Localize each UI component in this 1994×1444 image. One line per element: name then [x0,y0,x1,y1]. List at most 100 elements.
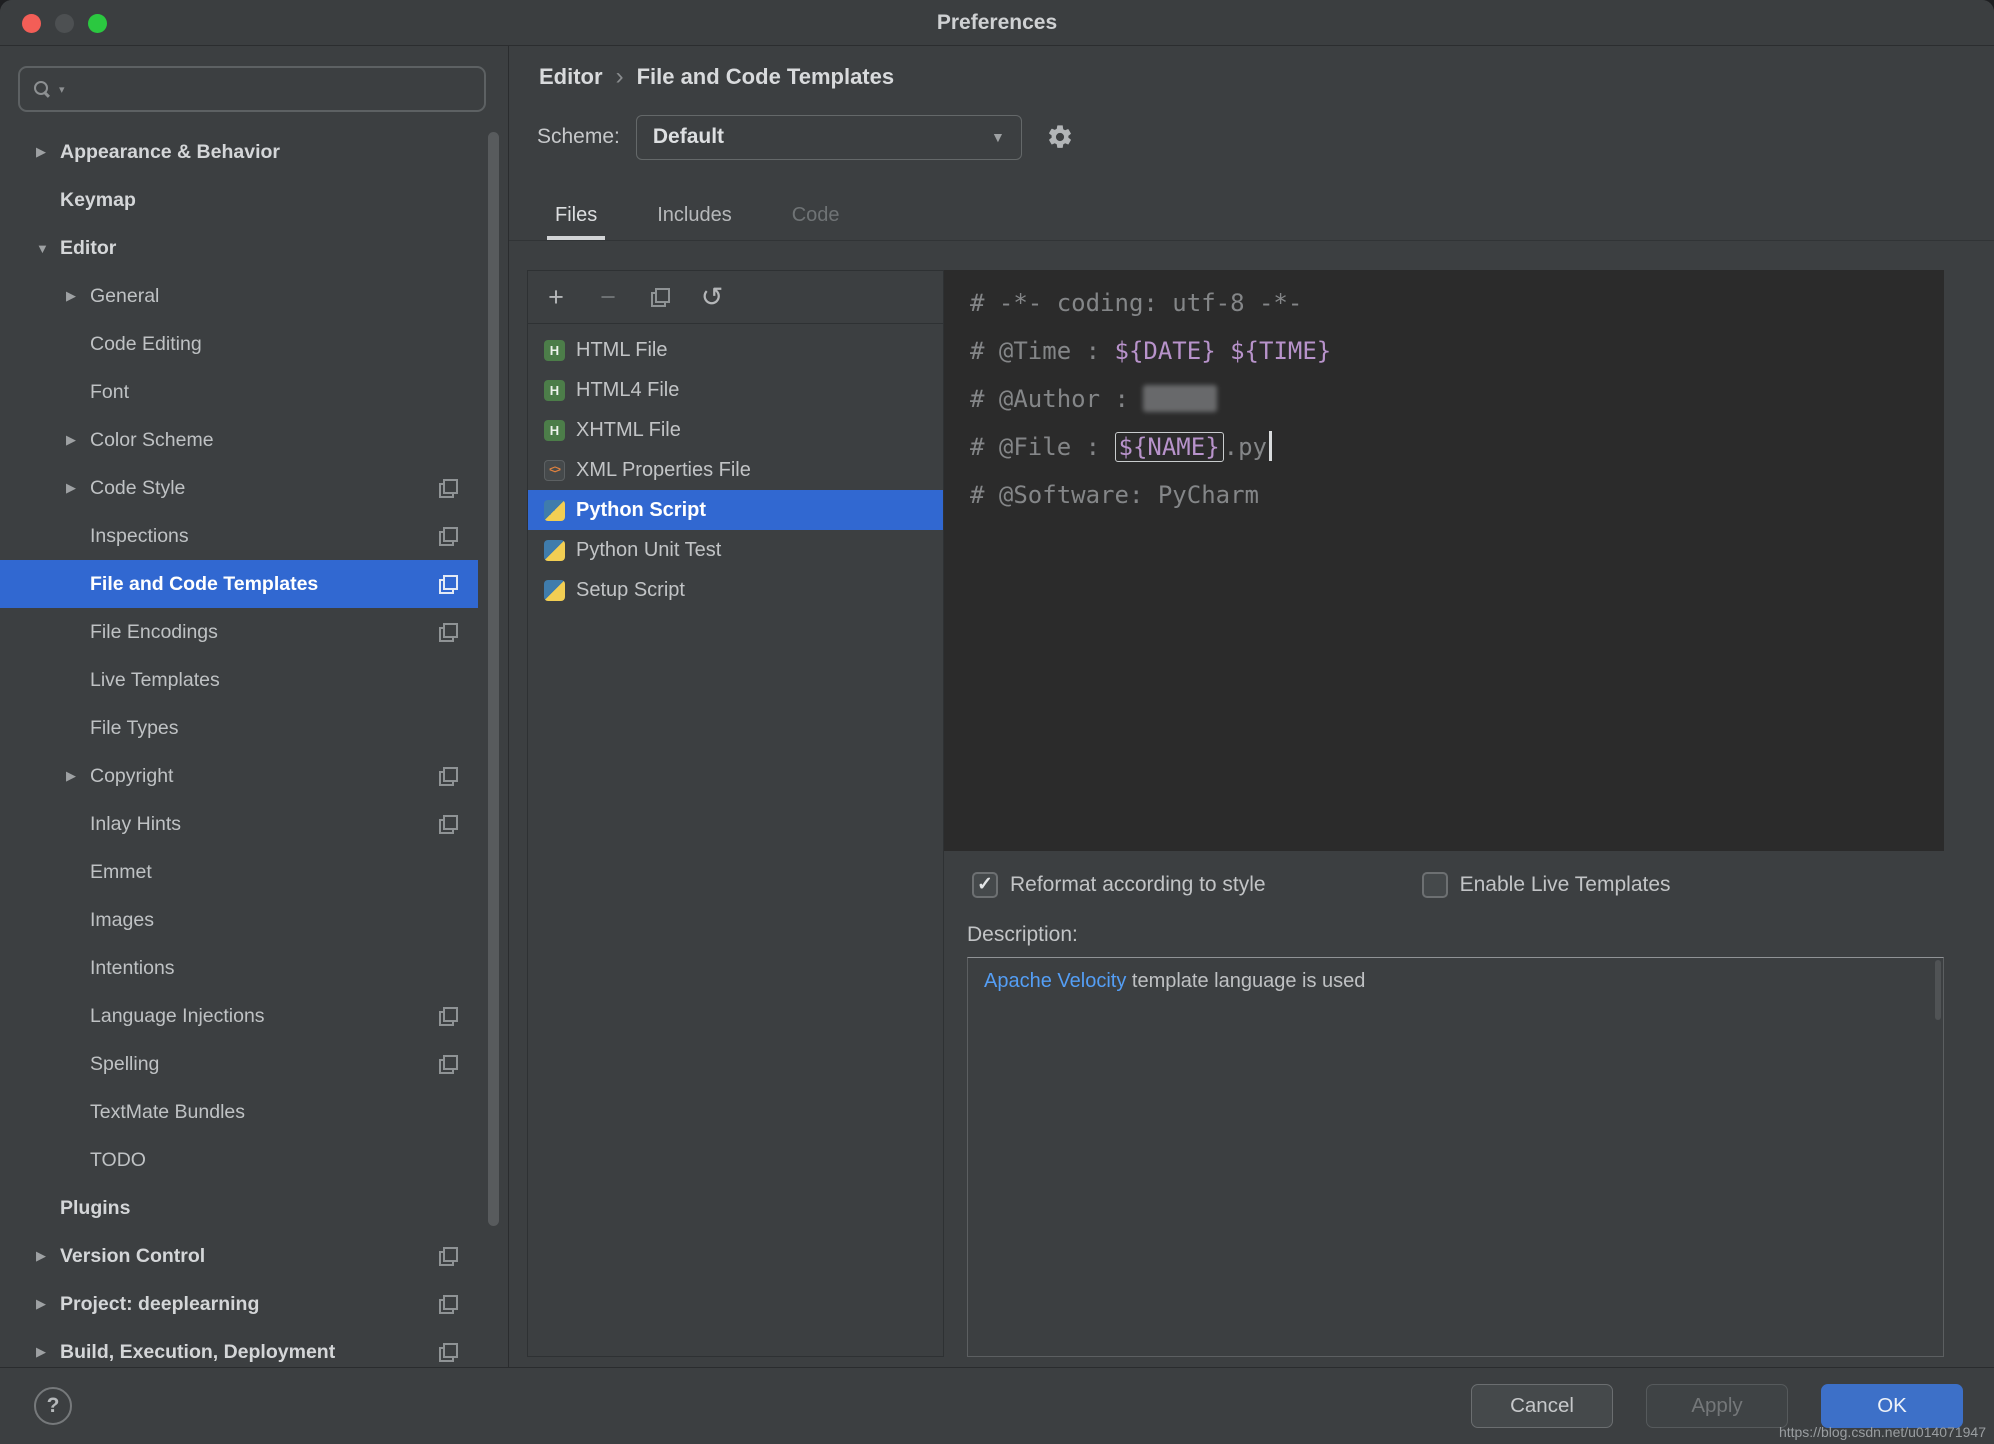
remove-button[interactable]: − [582,271,634,323]
chevron-right-icon[interactable]: ▶ [36,1296,60,1312]
sidebar-item-file-types[interactable]: File Types [0,704,478,752]
code-line: # -*- coding: utf-8 -*- [970,279,1944,327]
sidebar-item-copyright[interactable]: ▶ Copyright [0,752,478,800]
sidebar-item-editor[interactable]: ▼ Editor [0,224,478,272]
close-window-icon[interactable] [22,13,41,33]
sidebar-item-code-style[interactable]: ▶ Code Style [0,464,478,512]
minimize-window-icon[interactable] [55,13,74,33]
tab-code[interactable]: Code [784,194,848,240]
tab-files[interactable]: Files [547,194,606,240]
sidebar-item-inspections[interactable]: Inspections [0,512,478,560]
sidebar-item-plugins[interactable]: Plugins [0,1184,478,1232]
project-override-badge-icon [439,622,458,642]
sidebar-item-version-control[interactable]: ▶ Version Control [0,1232,478,1280]
tab-includes[interactable]: Includes [649,194,740,240]
sidebar-item-code-editing[interactable]: Code Editing [0,320,478,368]
help-button[interactable]: ? [34,1387,72,1425]
sidebar-item-images[interactable]: Images [0,896,478,944]
template-item-xml-properties-file[interactable]: <> XML Properties File [528,450,943,490]
search-input[interactable]: ▾ [18,66,486,112]
sidebar-item-label: Editor [60,236,117,259]
checkbox-checked-icon[interactable] [972,872,998,898]
checkbox-unchecked-icon[interactable] [1421,872,1448,898]
apache-velocity-link[interactable]: Apache Velocity [984,970,1126,992]
copy-button[interactable] [634,271,686,323]
template-item-html-file[interactable]: H HTML File [528,330,943,370]
sidebar-item-project-deeplearning[interactable]: ▶ Project: deeplearning [0,1280,478,1328]
template-item-python-script[interactable]: Python Script [528,490,943,530]
chevron-right-icon[interactable]: ▶ [36,1248,60,1264]
code-line: # @Software: PyCharm [970,471,1944,519]
template-item-python-unit-test[interactable]: Python Unit Test [528,530,943,570]
sidebar-item-textmate-bundles[interactable]: TextMate Bundles [0,1088,478,1136]
scheme-actions-button[interactable] [1046,123,1074,151]
search-history-chevron-icon[interactable]: ▾ [59,83,65,96]
add-button[interactable]: + [530,271,582,323]
sidebar-item-label: Images [90,908,154,931]
apply-button[interactable]: Apply [1646,1384,1788,1428]
search-icon [32,79,52,99]
sidebar-item-label: TODO [90,1148,146,1171]
option-reformat-according-to-style[interactable]: Reformat according to style [972,872,1266,898]
chevron-down-icon[interactable]: ▼ [36,241,60,256]
template-item-html4-file[interactable]: H HTML4 File [528,370,943,410]
sidebar-item-label: Code Editing [90,332,202,355]
text-caret [1269,431,1273,461]
sidebar-item-color-scheme[interactable]: ▶ Color Scheme [0,416,478,464]
chevron-right-icon[interactable]: ▶ [66,432,90,448]
ok-button[interactable]: OK [1821,1384,1963,1428]
gear-icon [1048,125,1071,148]
template-list: H HTML File H HTML4 File H XHTML File <> XML Pr… [528,324,943,1356]
preferences-window: Preferences ▾ ▶ Appearance & Behavior Keym… [0,0,1994,1444]
option-enable-live-templates[interactable]: Enable Live Templates [1421,872,1671,898]
chevron-right-icon[interactable]: ▶ [66,288,90,304]
sidebar-item-keymap[interactable]: Keymap [0,176,478,224]
template-item-label: HTML4 File [576,378,680,401]
sidebar-item-spelling[interactable]: Spelling [0,1040,478,1088]
python-file-icon [544,579,565,601]
cancel-button[interactable]: Cancel [1471,1384,1613,1428]
sidebar-item-todo[interactable]: TODO [0,1136,478,1184]
chevron-right-icon[interactable]: ▶ [36,144,60,160]
xml-file-icon: <> [544,459,565,481]
chevron-right-icon[interactable]: ▶ [36,1344,60,1360]
description-scrollbar[interactable] [1935,960,1941,1020]
sidebar-item-appearance-behavior[interactable]: ▶ Appearance & Behavior [0,128,478,176]
scheme-select[interactable]: Default ▼ [635,114,1022,160]
checkbox-label: Enable Live Templates [1459,873,1671,896]
description-label: Description: [967,923,1078,946]
template-list-toolbar: + − ↺ [528,271,943,324]
sidebar-item-label: Code Style [90,476,186,499]
template-item-setup-script[interactable]: Setup Script [528,570,943,610]
sidebar-item-file-and-code-templates[interactable]: File and Code Templates [0,560,478,608]
sidebar-item-file-encodings[interactable]: File Encodings [0,608,478,656]
dialog-footer: ? Cancel Apply OK https://blog.csdn.net/… [0,1367,1994,1444]
maximize-window-icon[interactable] [88,13,107,33]
redacted-author-blur [1143,385,1218,412]
breadcrumb-parent[interactable]: Editor [539,64,603,90]
sidebar-scrollbar[interactable] [488,132,499,1226]
traffic-lights [22,0,107,46]
sidebar-item-emmet[interactable]: Emmet [0,848,478,896]
sidebar-item-intentions[interactable]: Intentions [0,944,478,992]
sidebar-item-build-execution-deployment[interactable]: ▶ Build, Execution, Deployment [0,1328,478,1367]
template-editor[interactable]: # -*- coding: utf-8 -*- # @Time : ${DATE}… [944,270,1944,851]
template-item-xhtml-file[interactable]: H XHTML File [528,410,943,450]
python-file-icon [544,499,565,521]
project-override-badge-icon [439,1294,458,1314]
watermark-text: https://blog.csdn.net/u014071947 [1778,1424,1986,1440]
chevron-right-icon[interactable]: ▶ [66,480,90,496]
revert-button[interactable]: ↺ [686,271,738,323]
sidebar-item-live-templates[interactable]: Live Templates [0,656,478,704]
sidebar-item-inlay-hints[interactable]: Inlay Hints [0,800,478,848]
chevron-right-icon[interactable]: ▶ [66,768,90,784]
sidebar-item-language-injections[interactable]: Language Injections [0,992,478,1040]
sidebar-item-label: Inlay Hints [90,812,182,835]
code-token: ${DATE} [1114,337,1216,365]
sidebar-item-label: Appearance & Behavior [60,140,280,163]
sidebar-item-label: Copyright [90,764,174,787]
window-title: Preferences [936,10,1058,34]
sidebar-item-font[interactable]: Font [0,368,478,416]
project-override-badge-icon [439,766,458,786]
sidebar-item-general[interactable]: ▶ General [0,272,478,320]
